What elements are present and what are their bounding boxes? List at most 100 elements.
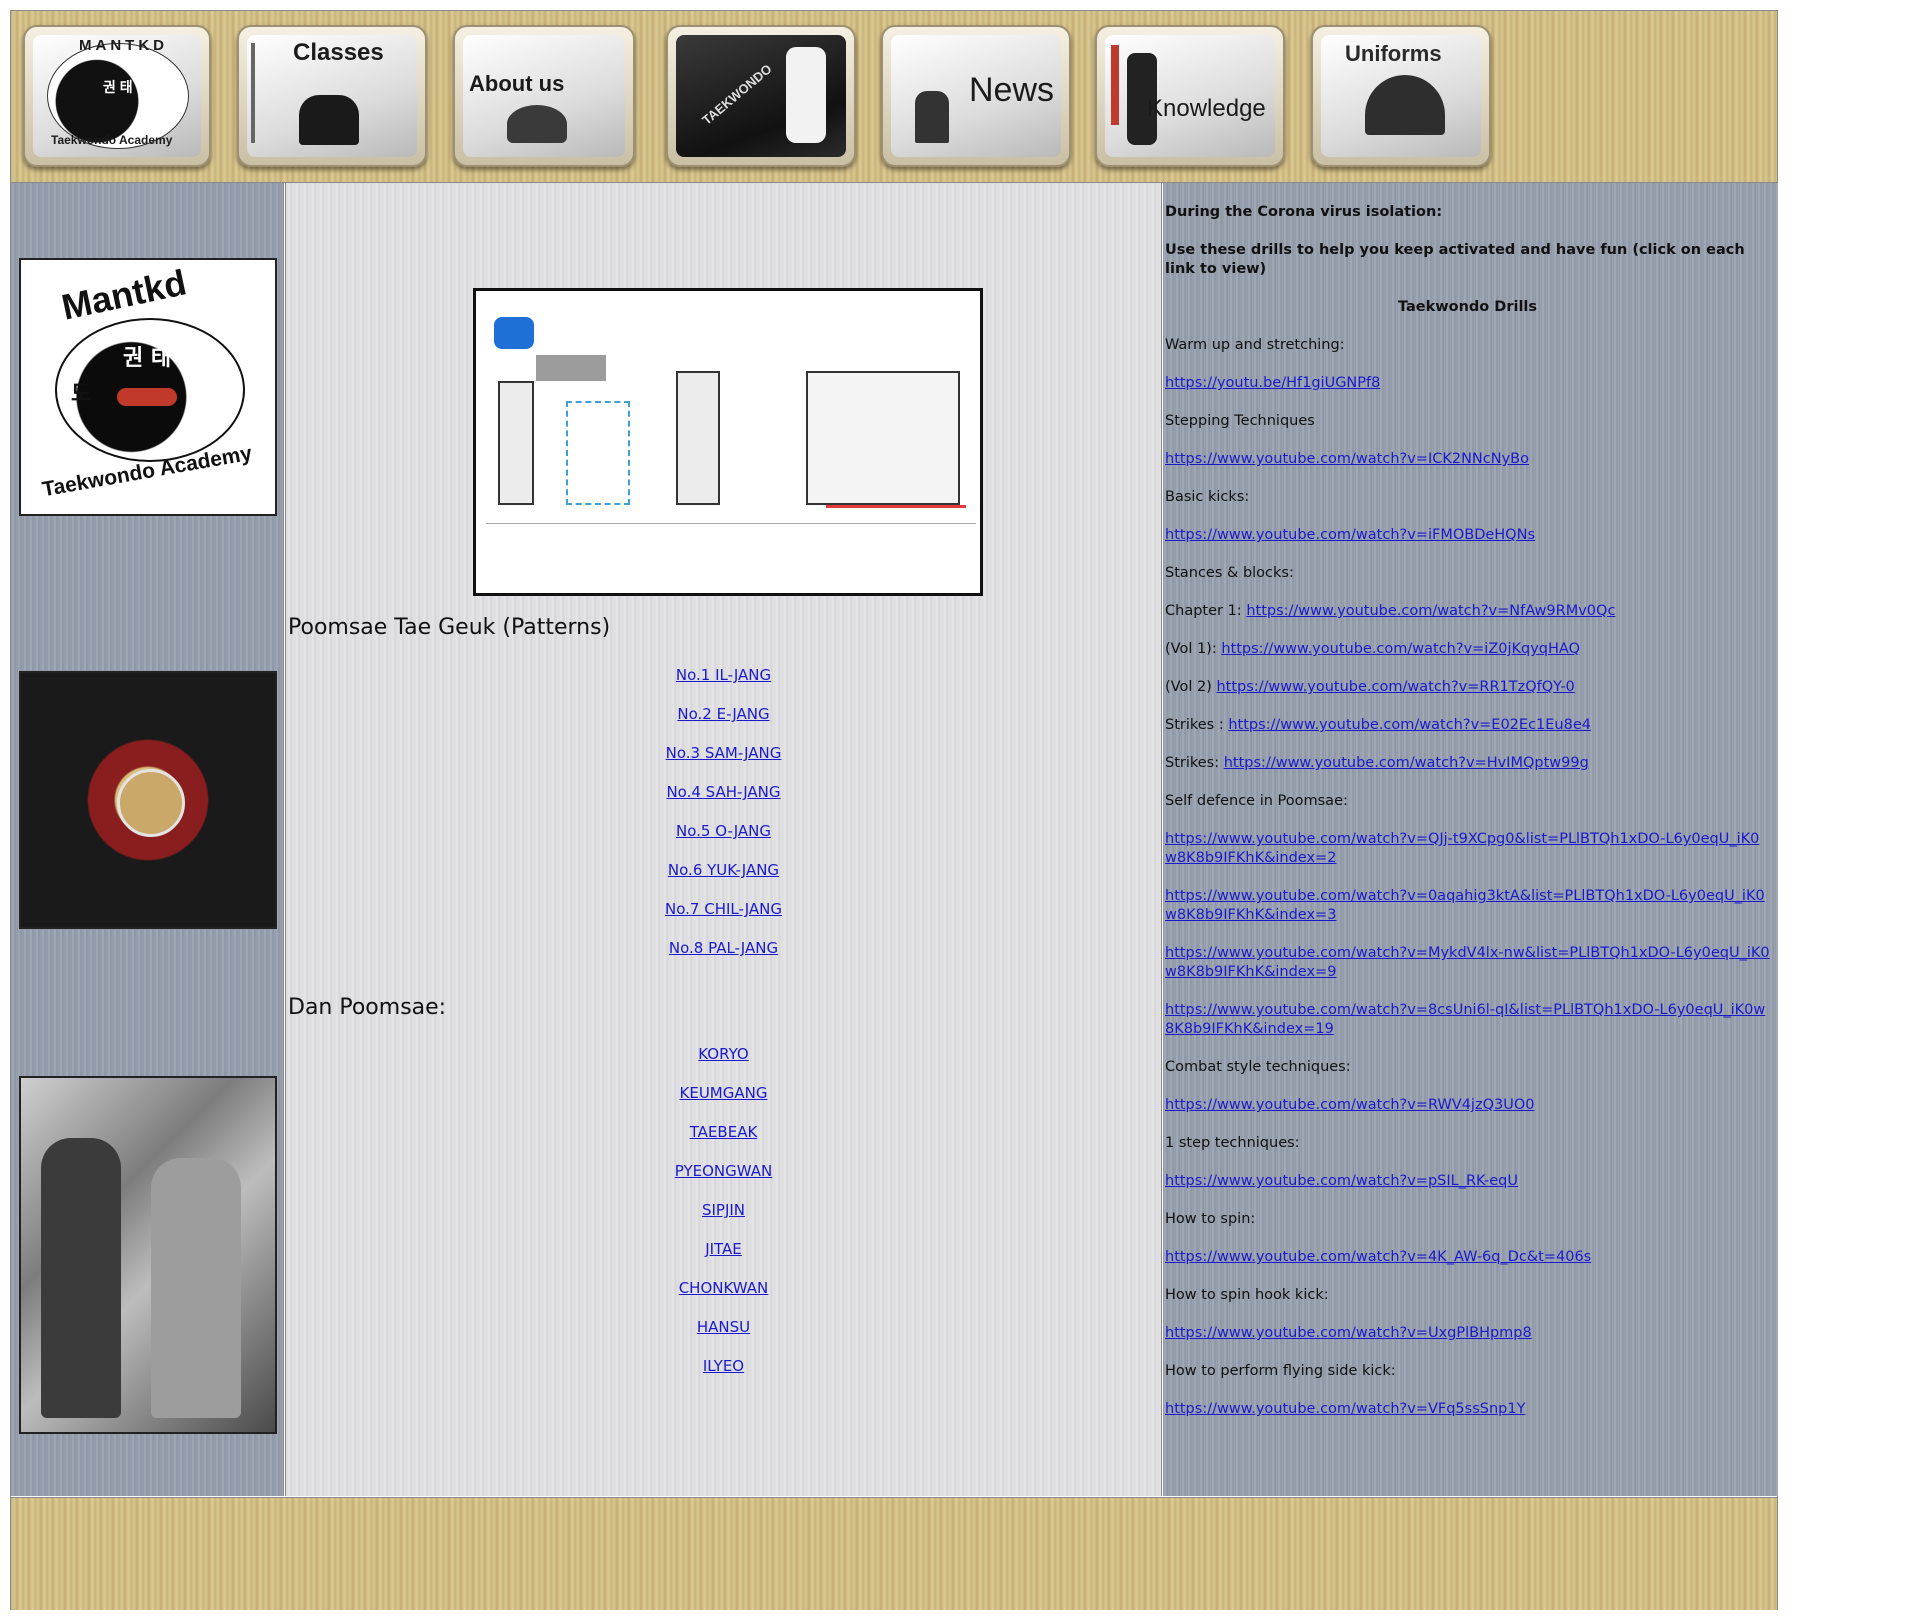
combat-link[interactable]: https://www.youtube.com/watch?v=RWV4jzQ3… [1165, 1097, 1534, 1113]
nav-classes-button[interactable]: Classes [237, 25, 427, 167]
nav-news-button[interactable]: News [881, 25, 1071, 167]
nav-logo-hangul-2: 도 [73, 103, 86, 119]
red-banner-icon [1111, 45, 1119, 125]
stance-figure-3 [676, 371, 720, 505]
dan-links-list: KORYO KEUMGANG TAEBEAK PYEONGWAN SIPJIN … [286, 1035, 1161, 1386]
nav-uniforms-button[interactable]: Uniforms [1311, 25, 1491, 167]
nav-about-button[interactable]: About us [453, 25, 635, 167]
hook-label: How to spin hook kick: [1165, 1287, 1329, 1303]
stance-figure-1 [498, 381, 534, 505]
poomsae-link-8[interactable]: No.8 PAL-JANG [286, 929, 1161, 968]
vol2-link[interactable]: https://www.youtube.com/watch?v=RR1TzQfQ… [1216, 679, 1574, 695]
nav-logo-hangul-1: 권 태 [103, 79, 133, 95]
direction-arrow-icon [536, 355, 606, 381]
poomsae-link-6[interactable]: No.6 YUK-JANG [286, 851, 1161, 890]
nav-taekwondo-label: TAEKWONDO [699, 61, 775, 128]
stance-figure-2 [566, 401, 630, 505]
drills-heading: Taekwondo Drills [1397, 299, 1538, 315]
nav-knowledge-label: Knowledge [1147, 95, 1266, 122]
classes-image: Classes [247, 35, 417, 157]
dan-link-pyeongwan[interactable]: PYEONGWAN [286, 1152, 1161, 1191]
kicking-figure-icon [786, 47, 826, 143]
kicks-link[interactable]: https://www.youtube.com/watch?v=iFMOBDeH… [1165, 527, 1535, 543]
stances-label: Stances & blocks: [1165, 565, 1294, 581]
poomsae-link-4[interactable]: No.4 SAH-JANG [286, 773, 1161, 812]
flying-kick-figure-icon [1365, 75, 1445, 135]
flying-link[interactable]: https://www.youtube.com/watch?v=VFq5ssSn… [1165, 1401, 1525, 1417]
dan-poomsae-title: Dan Poomsae: [288, 995, 447, 1020]
flying-label: How to perform flying side kick: [1165, 1363, 1396, 1379]
strikes2-prefix: Strikes: [1165, 755, 1224, 771]
selfdef-link-3[interactable]: https://www.youtube.com/watch?v=MykdV4lx… [1165, 945, 1770, 980]
logo-title: Mantkd [58, 261, 190, 328]
nav-classes-label: Classes [293, 39, 384, 66]
poomsae-diagram-image [473, 288, 983, 596]
selfdef-link-4[interactable]: https://www.youtube.com/watch?v=8csUni6l… [1165, 1002, 1765, 1037]
dan-link-jitae[interactable]: JITAE [286, 1230, 1161, 1269]
trigram-pattern-image [19, 671, 277, 929]
chapter1-prefix: Chapter 1: [1165, 603, 1247, 619]
about-image: About us [463, 35, 625, 157]
selfdef-link-2[interactable]: https://www.youtube.com/watch?v=0aqahig3… [1165, 888, 1765, 923]
dan-link-chonkwan[interactable]: CHONKWAN [286, 1269, 1161, 1308]
drills-sidebar: During the Corona virus isolation: Use t… [1163, 183, 1778, 1496]
home-logo-image: MANTKD 권 태 도 Taekwondo Academy [33, 35, 201, 157]
chapter1-link[interactable]: https://www.youtube.com/watch?v=NfAw9RMv… [1246, 603, 1615, 619]
spin-label: How to spin: [1165, 1211, 1256, 1227]
warmup-link[interactable]: https://youtu.be/Hf1giUGNPf8 [1165, 375, 1380, 391]
nav-knowledge-button[interactable]: Knowledge [1095, 25, 1285, 167]
vol1-link[interactable]: https://www.youtube.com/watch?v=iZ0jKqyq… [1221, 641, 1580, 657]
martial-artist-silhouette-icon [299, 95, 359, 145]
fighters-photo-image [19, 1076, 277, 1434]
footer-bar [11, 1497, 1777, 1610]
logo-hangul-1: 권 태 [123, 346, 172, 371]
diagram-caption-area [486, 523, 976, 590]
staff-fighter-icon [915, 91, 949, 143]
uniforms-image: Uniforms [1321, 35, 1481, 157]
nav-home-logo-button[interactable]: MANTKD 권 태 도 Taekwondo Academy [23, 25, 211, 167]
drills-content: During the Corona virus isolation: Use t… [1165, 203, 1770, 1438]
kicks-label: Basic kicks: [1165, 489, 1250, 505]
poomsae-link-7[interactable]: No.7 CHIL-JANG [286, 890, 1161, 929]
header-nav-bar: MANTKD 권 태 도 Taekwondo Academy Classes A… [11, 11, 1777, 183]
poomsae-title: Poomsae Tae Geuk (Patterns) [288, 615, 611, 640]
poomsae-link-2[interactable]: No.2 E-JANG [286, 695, 1161, 734]
taekwondo-image: TAEKWONDO [676, 35, 846, 157]
scan-icon [494, 317, 534, 349]
stance-figure-4 [806, 371, 960, 505]
dan-link-hansu[interactable]: HANSU [286, 1308, 1161, 1347]
stepping-link[interactable]: https://www.youtube.com/watch?v=ICK2NNcN… [1165, 451, 1529, 467]
poomsae-link-3[interactable]: No.3 SAM-JANG [286, 734, 1161, 773]
dan-link-koryo[interactable]: KORYO [286, 1035, 1161, 1074]
onestep-link[interactable]: https://www.youtube.com/watch?v=pSIL_RK-… [1165, 1173, 1518, 1189]
poomsae-link-5[interactable]: No.5 O-JANG [286, 812, 1161, 851]
dan-link-taebeak[interactable]: TAEBEAK [286, 1113, 1161, 1152]
movement-line-icon [826, 505, 966, 508]
combat-label: Combat style techniques: [1165, 1059, 1351, 1075]
main-content: Poomsae Tae Geuk (Patterns) No.1 IL-JANG… [285, 183, 1162, 1496]
spin-link[interactable]: https://www.youtube.com/watch?v=4K_AW-6q… [1165, 1249, 1591, 1265]
dan-link-keumgang[interactable]: KEUMGANG [286, 1074, 1161, 1113]
vol1-prefix: (Vol 1): [1165, 641, 1222, 657]
knowledge-image: Knowledge [1105, 35, 1275, 157]
strikes2-link[interactable]: https://www.youtube.com/watch?v=HvIMQptw… [1224, 755, 1589, 771]
mantkd-logo-image: Mantkd 권 태 도 Taekwondo Academy [19, 258, 277, 516]
dan-link-sipjin[interactable]: SIPJIN [286, 1191, 1161, 1230]
fighter-left-figure [41, 1138, 121, 1418]
hook-link[interactable]: https://www.youtube.com/watch?v=UxgPlBHp… [1165, 1325, 1532, 1341]
fighter-right-figure [151, 1158, 241, 1418]
nav-about-label: About us [469, 71, 565, 96]
selfdef-link-1[interactable]: https://www.youtube.com/watch?v=QJj-t9XC… [1165, 831, 1759, 866]
nav-taekwondo-button[interactable]: TAEKWONDO [666, 25, 856, 167]
drills-instructions-text: Use these drills to help you keep activa… [1165, 242, 1745, 277]
selfdef-label: Self defence in Poomsae: [1165, 793, 1348, 809]
dan-link-ilyeo[interactable]: ILYEO [286, 1347, 1161, 1386]
nav-logo-top-text: MANTKD [79, 37, 168, 54]
vol2-prefix: (Vol 2) [1165, 679, 1217, 695]
poomsae-links-list: No.1 IL-JANG No.2 E-JANG No.3 SAM-JANG N… [286, 656, 1161, 968]
strikes1-link[interactable]: https://www.youtube.com/watch?v=E02Ec1Eu… [1228, 717, 1591, 733]
strikes1-prefix: Strikes : [1165, 717, 1229, 733]
taegeuk-symbol-icon [117, 769, 185, 837]
nav-uniforms-label: Uniforms [1345, 41, 1442, 66]
poomsae-link-1[interactable]: No.1 IL-JANG [286, 656, 1161, 695]
